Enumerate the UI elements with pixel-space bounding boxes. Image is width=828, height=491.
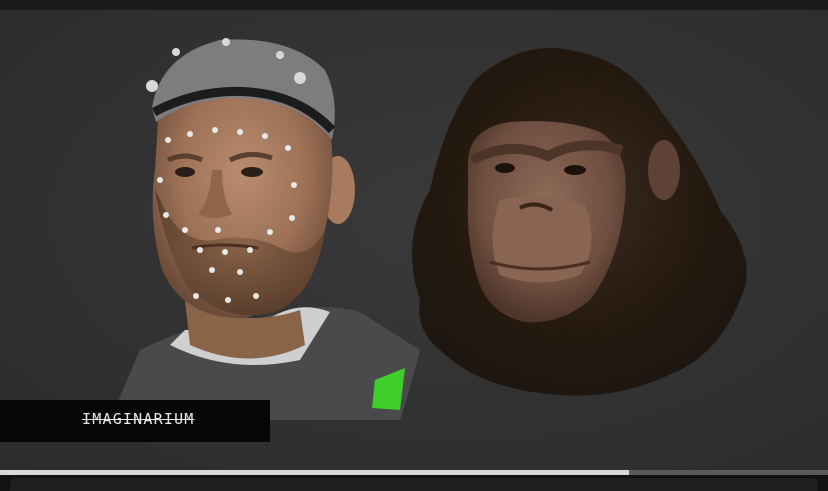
controls-pill[interactable] xyxy=(10,478,818,491)
watermark: IMAGINARIUM xyxy=(0,400,270,442)
player-controls xyxy=(0,475,828,491)
actor-scan xyxy=(110,38,420,420)
top-bar xyxy=(0,0,828,10)
watermark-text: IMAGINARIUM xyxy=(82,410,195,428)
video-frame[interactable]: IMAGINARIUM xyxy=(0,10,828,470)
ape-render xyxy=(412,48,747,396)
